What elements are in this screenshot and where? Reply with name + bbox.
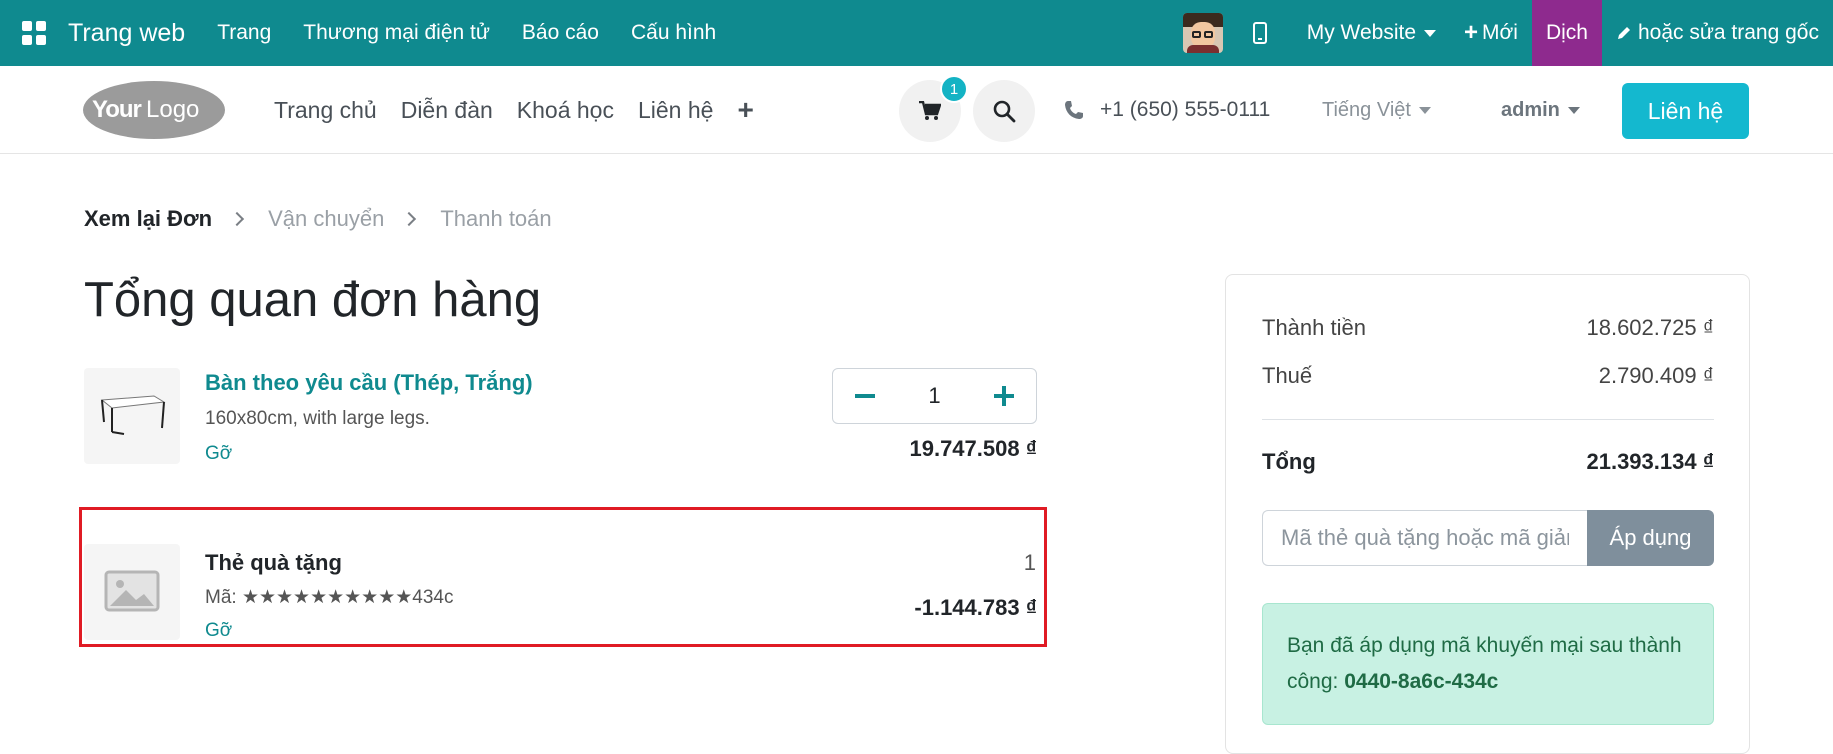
plus-icon: + [1464,19,1479,46]
new-button[interactable]: + Mới [1450,0,1532,66]
nav-item-forum[interactable]: Diễn đàn [401,97,493,124]
chevron-down-icon [1567,106,1580,114]
apply-coupon-button[interactable]: Áp dụng [1587,510,1714,566]
user-name: admin [1501,98,1560,121]
svg-text:Logo: Logo [146,96,199,123]
remove-line-link[interactable]: Gỡ [205,443,232,465]
admin-topbar: Trang web Trang Thương mại điện tử Báo c… [0,0,1833,66]
website-selector-label: My Website [1306,21,1417,44]
coupon-input[interactable] [1262,510,1587,566]
applied-promo-code: 0440-8a6c-434c [1344,670,1499,693]
add-menu-item-icon[interactable]: + [737,94,753,126]
topbar-menu-reports[interactable]: Báo cáo [522,21,599,45]
subtotal-row: Thành tiền 18.602.725 ₫ [1262,315,1714,341]
giftcard-name: Thẻ quà tặng [205,550,342,575]
product-thumbnail[interactable] [84,368,180,464]
topbar-menu-ecommerce[interactable]: Thương mại điện tử [303,21,490,45]
order-summary-card: Thành tiền 18.602.725 ₫ Thuế 2.790.409 ₫… [1225,274,1750,754]
app-brand[interactable]: Trang web [68,19,185,48]
product-thumbnail [84,544,180,640]
checkout-breadcrumb: Xem lại Đơn Vận chuyển Thanh toán [84,206,552,232]
line-price: -1.144.783 ₫ [914,595,1037,620]
user-avatar[interactable] [1182,13,1223,53]
line-price: 19.747.508 ₫ [909,436,1037,461]
nav-item-courses[interactable]: Khoá học [517,97,614,124]
tax-label: Thuế [1262,363,1313,388]
edit-button[interactable]: hoặc sửa trang gốc [1602,0,1833,66]
website-header: Your Logo Trang chủ Diễn đàn Khoá học Li… [0,66,1833,154]
language-label: Tiếng Việt [1322,98,1411,121]
product-description: 160x80cm, with large legs. [205,408,430,429]
breadcrumb-step-shipping: Vận chuyển [268,206,385,231]
search-button[interactable] [973,80,1035,142]
quantity-stepper: 1 [832,368,1037,424]
breadcrumb-step-payment: Thanh toán [440,206,552,231]
chevron-down-icon [1424,29,1437,37]
contact-us-button[interactable]: Liên hệ [1622,83,1749,139]
breadcrumb-step-review[interactable]: Xem lại Đơn [84,206,212,232]
remove-line-link[interactable]: Gỡ [205,620,232,642]
phone-link[interactable]: +1 (650) 555-0111 [1064,66,1270,154]
subtotal-value: 18.602.725 ₫ [1586,315,1714,340]
total-row: Tổng 21.393.134 ₫ [1262,449,1714,475]
translate-button[interactable]: Dịch [1531,0,1602,66]
apps-grid-icon [22,21,46,45]
table-product-image [100,395,166,435]
mobile-preview-icon[interactable] [1252,22,1267,44]
minus-icon[interactable] [855,394,875,398]
image-placeholder-icon [104,570,160,612]
nav-item-home[interactable]: Trang chủ [274,97,377,124]
cart-count-badge: 1 [940,75,968,103]
phone-number: +1 (650) 555-0111 [1100,98,1271,121]
phone-icon [1065,101,1083,119]
apps-menu-button[interactable] [0,0,68,66]
chevron-down-icon [1418,106,1431,114]
page-title: Tổng quan đơn hàng [84,273,542,327]
user-menu[interactable]: admin [1501,66,1580,154]
chevron-right-icon [402,211,417,227]
pencil-icon [1617,27,1630,39]
total-value: 21.393.134 ₫ [1586,449,1714,474]
search-icon [993,100,1016,123]
coupon-form: Áp dụng [1262,510,1714,566]
translate-button-label: Dịch [1545,21,1588,44]
topbar-menu-config[interactable]: Cấu hình [631,21,716,45]
divider [1262,419,1714,420]
promo-success-alert: Bạn đã áp dụng mã khuyến mại sau thành c… [1262,603,1714,725]
quantity-value[interactable]: 1 [928,383,940,409]
tax-value: 2.790.409 ₫ [1598,363,1714,388]
svg-text:Your: Your [92,96,142,123]
giftcard-quantity: 1 [1023,550,1036,575]
topbar-menu-pages[interactable]: Trang [217,21,271,45]
new-button-label: Mới [1482,21,1518,44]
total-label: Tổng [1262,449,1316,474]
language-selector[interactable]: Tiếng Việt [1322,66,1431,154]
chevron-right-icon [230,211,245,227]
subtotal-label: Thành tiền [1262,315,1366,340]
nav-item-contact[interactable]: Liên hệ [638,97,713,124]
giftcard-code: Mã: ★★★★★★★★★★434c [205,587,454,608]
cart-icon [919,101,941,120]
company-logo[interactable]: Your Logo [82,80,226,140]
tax-row: Thuế 2.790.409 ₫ [1262,363,1714,389]
website-selector[interactable]: My Website [1293,0,1450,66]
cart-button[interactable]: 1 [899,75,968,142]
plus-icon[interactable] [994,386,1014,406]
main-nav: Trang chủ Diễn đàn Khoá học Liên hệ + [274,66,754,154]
product-name-link[interactable]: Bàn theo yêu cầu (Thép, Trắng) [205,370,533,396]
edit-button-label: hoặc sửa trang gốc [1637,21,1819,44]
